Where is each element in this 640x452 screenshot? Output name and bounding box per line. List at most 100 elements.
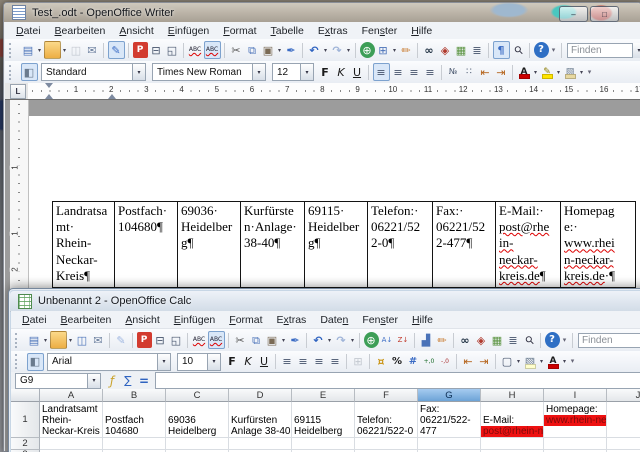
writer-table-cell-3[interactable]: 69036· Heidelber g¶ bbox=[178, 201, 241, 288]
tab-stop-selector[interactable]: L bbox=[10, 84, 26, 99]
writer-table-cell-9[interactable]: Homepag e:· www.rhei n-neckar- kreis.de·… bbox=[561, 201, 636, 288]
zoom-icon[interactable]: ⚲ bbox=[507, 39, 529, 61]
menu-ansicht[interactable]: Ansicht bbox=[118, 314, 166, 326]
align-center-icon[interactable]: ≡ bbox=[296, 354, 311, 370]
formula-equals-icon[interactable]: = bbox=[137, 373, 152, 389]
toolbar-overflow-icon[interactable]: ▾ bbox=[550, 42, 558, 58]
number-format-standard-icon[interactable]: # bbox=[406, 354, 421, 370]
menu-einfügen[interactable]: Einfügen bbox=[167, 314, 222, 326]
redo-icon[interactable]: ↷ bbox=[334, 332, 349, 348]
highlighting-icon[interactable]: ✎ bbox=[540, 64, 555, 80]
delete-decimal-place-icon[interactable]: -,0 bbox=[438, 354, 453, 370]
undo-dropdown-icon[interactable]: ▾ bbox=[326, 332, 333, 348]
new-document-dropdown-icon[interactable]: ▾ bbox=[42, 332, 49, 348]
writer-table-cell-2[interactable]: Postfach· 104680¶ bbox=[115, 201, 178, 288]
open-folder-icon[interactable] bbox=[44, 41, 61, 59]
menu-einfügen[interactable]: Einfügen bbox=[161, 25, 216, 37]
italic-icon[interactable]: K bbox=[334, 64, 349, 80]
undo-icon[interactable]: ↶ bbox=[311, 332, 326, 348]
paste-dropdown-icon[interactable]: ▾ bbox=[276, 42, 283, 58]
column-header-C[interactable]: C bbox=[166, 389, 229, 402]
draw-functions-icon[interactable]: ✏ bbox=[399, 42, 414, 58]
minimize-button[interactable]: – bbox=[559, 6, 588, 22]
menu-format[interactable]: Format bbox=[222, 314, 269, 326]
open-folder-icon[interactable] bbox=[50, 331, 67, 349]
font-color-dropdown-icon[interactable]: ▾ bbox=[532, 64, 539, 80]
writer-table-cell-8[interactable]: E-Mail:· post@rhe in- neckar- kreis.de¶ bbox=[496, 201, 561, 288]
align-right-icon[interactable]: ≡ bbox=[407, 64, 422, 80]
auto-spellcheck-icon[interactable]: ABC bbox=[204, 41, 221, 59]
zoom-icon[interactable]: ⚲ bbox=[518, 329, 540, 351]
email-icon[interactable]: ✉ bbox=[85, 42, 100, 58]
toolbar-grip[interactable] bbox=[9, 43, 16, 58]
left-indent-marker[interactable] bbox=[45, 90, 53, 99]
row-header-1[interactable]: 1 bbox=[11, 402, 40, 438]
background-color-icon[interactable]: ▧ bbox=[563, 64, 578, 80]
cut-icon[interactable]: ✂ bbox=[229, 42, 244, 58]
export-pdf-icon[interactable]: P bbox=[133, 42, 148, 58]
cell-A1[interactable]: LandratsamtRhein-Neckar-Kreis bbox=[40, 402, 103, 438]
column-header-I[interactable]: I bbox=[544, 389, 607, 402]
help-icon[interactable]: ? bbox=[534, 42, 549, 58]
navigator-icon[interactable]: ◈ bbox=[474, 332, 489, 348]
chevron-down-icon[interactable]: ▾ bbox=[87, 374, 100, 388]
redo-icon[interactable]: ↷ bbox=[330, 42, 345, 58]
column-header-B[interactable]: B bbox=[103, 389, 166, 402]
print-icon[interactable]: ⊟ bbox=[153, 332, 168, 348]
chevron-down-icon[interactable]: ▾ bbox=[252, 64, 265, 80]
align-justified-icon[interactable]: ≡ bbox=[328, 354, 343, 370]
find-input[interactable] bbox=[578, 333, 640, 348]
indent-increase-icon[interactable]: ⇥ bbox=[494, 64, 509, 80]
indent-decrease-icon[interactable]: ⇤ bbox=[461, 354, 476, 370]
menu-hilfe[interactable]: Hilfe bbox=[404, 25, 439, 37]
cell-C1[interactable]: 69036Heidelberg bbox=[166, 402, 229, 438]
column-header-G[interactable]: G bbox=[418, 389, 481, 402]
cell-J1[interactable] bbox=[607, 402, 640, 438]
horizontal-ruler[interactable]: 1234567891011121314151617 bbox=[28, 83, 640, 100]
writer-titlebar[interactable]: Test_.odt - OpenOffice Writer –□ bbox=[4, 3, 640, 22]
format-paintbrush-icon[interactable]: ✒ bbox=[288, 332, 303, 348]
undo-icon[interactable]: ↶ bbox=[307, 42, 322, 58]
spellcheck-icon[interactable]: ABC bbox=[188, 42, 203, 58]
borders-dropdown-icon[interactable]: ▾ bbox=[515, 354, 522, 370]
toolbar-grip[interactable] bbox=[15, 333, 22, 348]
edit-file-icon[interactable]: ✎ bbox=[108, 41, 125, 59]
find-replace-icon[interactable]: ∞ bbox=[422, 42, 437, 58]
menu-daten[interactable]: Daten bbox=[313, 314, 355, 326]
italic-icon[interactable]: K bbox=[241, 354, 256, 370]
column-header-H[interactable]: H bbox=[481, 389, 544, 402]
cell-G1[interactable]: Fax:06221/522-477 bbox=[418, 402, 481, 438]
column-header-A[interactable]: A bbox=[40, 389, 103, 402]
sort-ascending-icon[interactable]: A↓ bbox=[380, 332, 395, 348]
new-document-icon[interactable]: ▤ bbox=[27, 332, 42, 348]
navigator-icon[interactable]: ◈ bbox=[438, 42, 453, 58]
cell-F1[interactable]: Telefon:06221/522-0 bbox=[355, 402, 418, 438]
redo-dropdown-icon[interactable]: ▾ bbox=[345, 42, 352, 58]
menu-datei[interactable]: Datei bbox=[9, 25, 48, 37]
find-replace-icon[interactable]: ∞ bbox=[458, 332, 473, 348]
sum-icon[interactable]: ∑ bbox=[121, 373, 136, 389]
background-color-icon[interactable]: ▧ bbox=[523, 354, 538, 370]
new-document-icon[interactable]: ▤ bbox=[21, 42, 36, 58]
spellcheck-icon[interactable]: ABC bbox=[192, 332, 207, 348]
paste-dropdown-icon[interactable]: ▾ bbox=[280, 332, 287, 348]
align-center-icon[interactable]: ≡ bbox=[391, 64, 406, 80]
insert-table-icon[interactable]: ⊞ bbox=[376, 42, 391, 58]
font-size-combo[interactable]: 10 ▾ bbox=[177, 353, 221, 371]
highlighting-dropdown-icon[interactable]: ▾ bbox=[555, 64, 562, 80]
background-color-dropdown-icon[interactable]: ▾ bbox=[578, 64, 585, 80]
align-justified-icon[interactable]: ≡ bbox=[423, 64, 438, 80]
page-preview-icon[interactable]: ◱ bbox=[169, 332, 184, 348]
background-color-dropdown-icon[interactable]: ▾ bbox=[538, 354, 545, 370]
copy-icon[interactable]: ⧉ bbox=[245, 42, 260, 58]
cell-H1[interactable]: E-Mail:post@rhein-ne bbox=[481, 402, 544, 438]
calc-titlebar[interactable]: Unbenannt 2 - OpenOffice Calc bbox=[10, 291, 640, 312]
paste-icon[interactable]: ▣ bbox=[261, 42, 276, 58]
font-color-dropdown-icon[interactable]: ▾ bbox=[561, 354, 568, 370]
toolbar-overflow-icon[interactable]: ▾ bbox=[561, 332, 569, 348]
cell-E1[interactable]: 69115Heidelberg bbox=[292, 402, 355, 438]
cell-D1[interactable]: KurfürstenAnlage 38-40 bbox=[229, 402, 292, 438]
chevron-down-icon[interactable]: ▾ bbox=[300, 64, 313, 80]
cell-D2[interactable] bbox=[229, 438, 292, 450]
writer-table-cell-1[interactable]: Landratsa mt· Rhein- Neckar- Kreis¶ bbox=[52, 201, 115, 288]
